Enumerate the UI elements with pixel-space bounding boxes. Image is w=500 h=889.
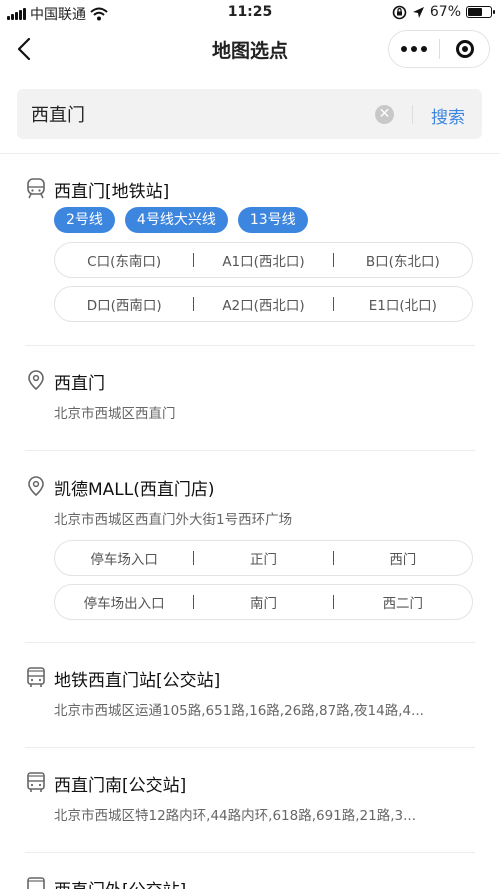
close-ring-icon: [455, 40, 474, 58]
close-mini-program-button[interactable]: [440, 40, 489, 58]
orientation-lock-icon: [392, 5, 407, 19]
location-pin-icon: [28, 370, 44, 391]
exit-option[interactable]: E1口(北口): [334, 294, 472, 314]
exit-row: D口(西南口) A2口(西北口) E1口(北口): [54, 286, 473, 322]
line-tag[interactable]: 4号线大兴线: [124, 207, 228, 233]
header-divider: [0, 153, 500, 154]
subway-icon: [27, 178, 45, 199]
result-item[interactable]: 凯德MALL(西直门店) 北京市西城区西直门外大街1号西环广场 停车场入口 正门…: [0, 466, 500, 641]
search-bar: ✕ 搜索: [17, 89, 482, 139]
entrance-option[interactable]: 南门: [194, 592, 332, 612]
battery-percent: 67%: [429, 4, 461, 20]
search-button[interactable]: 搜索: [431, 103, 465, 128]
result-name: 地铁西直门站[公交站]: [54, 671, 221, 691]
clear-icon[interactable]: ✕: [375, 105, 394, 124]
result-item[interactable]: 西直门[地铁站] 2号线 4号线大兴线 13号线 C口(东南口) A1口(西北口…: [0, 170, 500, 345]
bus-icon: [27, 772, 45, 792]
line-tag[interactable]: 13号线: [237, 207, 308, 233]
result-address: 北京市西城区特12路内环,44路内环,618路,691路,21路,3...: [54, 808, 416, 824]
result-item[interactable]: 西直门南[公交站] 北京市西城区特12路内环,44路内环,618路,691路,2…: [0, 762, 500, 852]
divider: [25, 345, 475, 346]
result-name: 凯德MALL(西直门店): [54, 480, 215, 500]
entrance-option[interactable]: 西二门: [334, 592, 472, 612]
line-tag[interactable]: 2号线: [54, 207, 115, 233]
result-address: 北京市西城区西直门外大街1号西环广场: [54, 512, 293, 528]
status-bar: 中国联通 11:25 67%: [0, 0, 500, 26]
result-item[interactable]: 西直门 北京市西城区西直门: [0, 360, 500, 450]
exit-option[interactable]: A1口(西北口): [194, 250, 332, 270]
result-name: 西直门[地铁站]: [54, 182, 170, 202]
entrance-row: 停车场出入口 南门 西二门: [54, 584, 473, 620]
exit-option[interactable]: D口(西南口): [55, 294, 193, 314]
exit-option[interactable]: C口(东南口): [55, 250, 193, 270]
search-divider: [412, 105, 413, 124]
divider: [25, 642, 475, 643]
search-input[interactable]: [31, 101, 361, 127]
exit-row: C口(东南口) A1口(西北口) B口(东北口): [54, 242, 473, 278]
result-address: 北京市西城区运通105路,651路,16路,26路,87路,夜14路,4...: [54, 703, 424, 719]
bus-icon: [27, 877, 45, 889]
divider: [25, 852, 475, 853]
entrance-option[interactable]: 西门: [334, 548, 472, 568]
location-pin-icon: [28, 476, 44, 497]
result-address: 北京市西城区西直门: [54, 406, 176, 422]
result-item[interactable]: 西直门外[公交站]: [0, 867, 500, 889]
exit-option[interactable]: A2口(西北口): [194, 294, 332, 314]
entrance-option[interactable]: 停车场入口: [55, 548, 193, 568]
exit-option[interactable]: B口(东北口): [334, 250, 472, 270]
nav-bar: 地图选点: [0, 26, 500, 72]
entrance-option[interactable]: 停车场出入口: [55, 592, 193, 612]
battery-icon: [466, 6, 495, 18]
entrance-row: 停车场入口 正门 西门: [54, 540, 473, 576]
location-arrow-icon: [412, 6, 424, 18]
entrance-option[interactable]: 正门: [194, 548, 332, 568]
mini-program-capsule: [388, 30, 490, 68]
result-name: 西直门南[公交站]: [54, 776, 187, 796]
result-name: 西直门: [54, 374, 105, 394]
result-item[interactable]: 地铁西直门站[公交站] 北京市西城区运通105路,651路,16路,26路,87…: [0, 657, 500, 747]
divider: [25, 450, 475, 451]
more-dots-icon[interactable]: [389, 46, 439, 52]
line-tags: 2号线 4号线大兴线 13号线: [54, 207, 308, 233]
result-name: 西直门外[公交站]: [54, 876, 186, 889]
bus-icon: [27, 667, 45, 687]
divider: [25, 747, 475, 748]
